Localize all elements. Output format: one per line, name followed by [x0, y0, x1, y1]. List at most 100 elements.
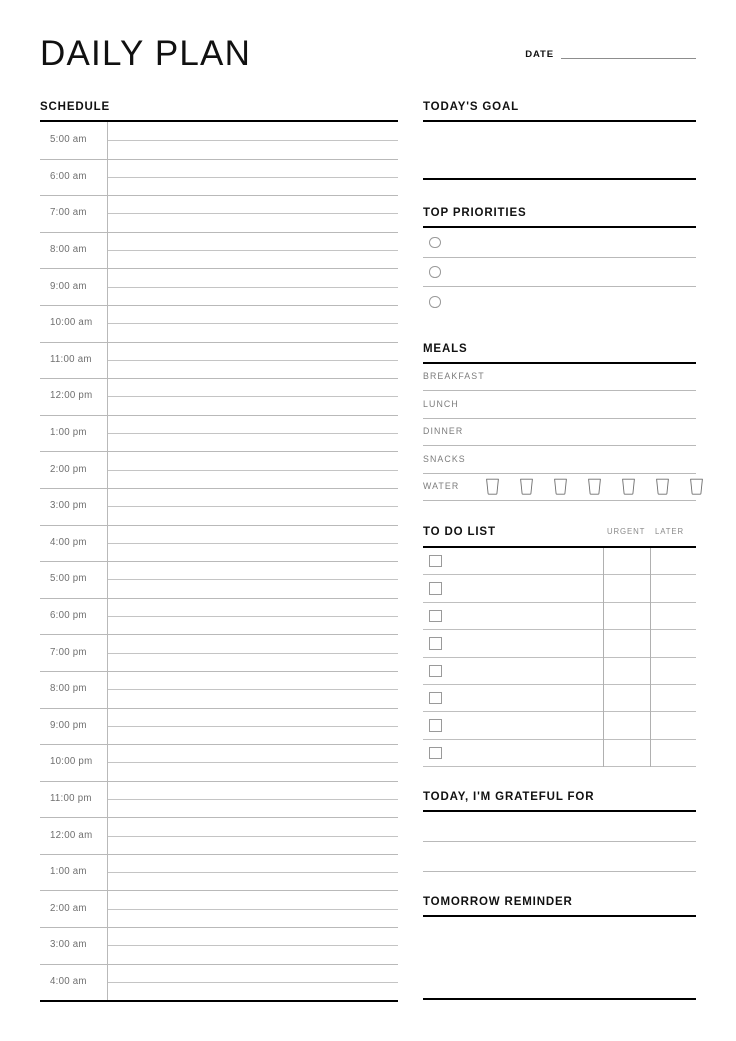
schedule-row[interactable]: 6:00 am [40, 158, 398, 196]
schedule-row[interactable]: 8:00 pm [40, 670, 398, 708]
todo-row[interactable] [423, 630, 696, 658]
water-glass-icon[interactable] [621, 478, 636, 495]
top-priorities-section: TOP PRIORITIES [423, 206, 696, 317]
schedule-time-label: 4:00 am [40, 975, 107, 988]
schedule-time-label: 10:00 am [40, 317, 107, 330]
todo-column-urgent-label: URGENT [607, 527, 646, 536]
tomorrow-reminder-heading: TOMORROW REMINDER [423, 896, 573, 909]
todo-checkbox-icon[interactable] [429, 746, 442, 760]
priority-checkbox-circle-icon[interactable] [429, 266, 441, 278]
water-glass-icon[interactable] [689, 478, 704, 495]
grateful-lines [423, 810, 696, 873]
schedule-time-label: 3:00 am [40, 939, 107, 952]
date-input-rule[interactable] [561, 58, 696, 59]
todo-checkbox-icon[interactable] [429, 582, 442, 595]
schedule-time-label: 1:00 pm [40, 427, 107, 440]
todo-checkbox-icon[interactable] [429, 691, 442, 705]
schedule-row[interactable]: 4:00 am [40, 963, 398, 1001]
schedule-time-label: 11:00 am [40, 353, 107, 366]
todo-list-section: TO DO LIST URGENT LATER [423, 525, 696, 768]
todays-goal-heading: TODAY'S GOAL [423, 101, 520, 113]
priority-row[interactable] [423, 228, 696, 258]
schedule-time-label: 5:00 pm [40, 573, 107, 586]
todo-row[interactable] [423, 603, 696, 631]
priority-row[interactable] [423, 258, 696, 287]
water-glass-icon[interactable] [519, 478, 534, 495]
todo-urgent-divider [603, 548, 604, 768]
todo-row[interactable] [423, 685, 696, 713]
date-field[interactable]: DATE [525, 49, 696, 61]
todo-later-divider [650, 548, 651, 768]
schedule-row[interactable]: 5:00 am [40, 122, 398, 159]
priority-checkbox-circle-icon[interactable] [429, 296, 441, 308]
todo-checkbox-icon[interactable] [429, 609, 442, 623]
schedule-row[interactable]: 1:00 am [40, 853, 398, 891]
schedule-row[interactable]: 10:00 pm [40, 744, 398, 781]
schedule-row[interactable]: 3:00 am [40, 927, 398, 964]
todo-row[interactable] [423, 548, 696, 576]
schedule-row[interactable]: 7:00 pm [40, 634, 398, 671]
todays-goal-input[interactable] [423, 120, 696, 180]
todo-column-later-label: LATER [655, 527, 685, 536]
water-glass-icon[interactable] [553, 478, 568, 495]
todo-row[interactable] [423, 575, 696, 603]
todo-list-heading: TO DO LIST [423, 526, 496, 538]
schedule-row[interactable]: 12:00 pm [40, 378, 398, 415]
schedule-section: SCHEDULE 5:00 am 6:00 am 7:00 am 8:00 am 9:0… [40, 100, 398, 1003]
schedule-time-label: 2:00 am [40, 902, 107, 915]
schedule-row[interactable]: 1:00 pm [40, 414, 398, 452]
water-glass-icon[interactable] [655, 478, 670, 495]
schedule-row[interactable]: 11:00 am [40, 341, 398, 379]
schedule-row[interactable]: 12:00 am [40, 817, 398, 854]
water-glass-tracker [485, 478, 704, 495]
grateful-line[interactable] [423, 812, 696, 843]
tomorrow-reminder-input[interactable] [423, 915, 696, 1001]
todo-checkbox-icon[interactable] [429, 664, 442, 677]
water-glass-icon[interactable] [587, 478, 602, 495]
schedule-row[interactable]: 9:00 am [40, 268, 398, 305]
meal-row[interactable]: DINNER [423, 419, 696, 446]
schedule-time-label: 6:00 am [40, 170, 107, 183]
todo-checkbox-icon[interactable] [429, 554, 442, 568]
schedule-time-label: 5:00 am [40, 134, 107, 147]
meal-row[interactable]: SNACKS [423, 446, 696, 474]
schedule-time-label: 10:00 pm [40, 756, 107, 769]
schedule-row[interactable]: 4:00 pm [40, 524, 398, 562]
meal-label: DINNER [423, 426, 464, 437]
grateful-line[interactable] [423, 842, 696, 873]
todo-checkbox-icon[interactable] [429, 719, 442, 732]
schedule-row[interactable]: 3:00 pm [40, 487, 398, 525]
water-label: WATER [423, 481, 460, 492]
priority-checkbox-circle-icon[interactable] [429, 236, 441, 248]
todo-row[interactable] [423, 740, 696, 768]
schedule-row[interactable]: 8:00 am [40, 231, 398, 269]
meal-row[interactable]: LUNCH [423, 391, 696, 419]
todo-row[interactable] [423, 658, 696, 685]
schedule-time-label: 11:00 pm [40, 792, 107, 805]
schedule-row[interactable]: 5:00 pm [40, 561, 398, 598]
priority-row[interactable] [423, 287, 696, 317]
schedule-row[interactable]: 7:00 am [40, 195, 398, 232]
todo-checkbox-icon[interactable] [429, 637, 442, 650]
meal-row[interactable]: BREAKFAST [423, 364, 696, 391]
schedule-time-label: 12:00 pm [40, 390, 107, 403]
water-glass-icon[interactable] [485, 478, 500, 495]
schedule-time-label: 1:00 am [40, 866, 107, 879]
daily-plan-page: DAILY PLAN DATE SCHEDULE 5:00 am 6:00 am 7… [0, 0, 736, 1041]
schedule-time-label: 9:00 pm [40, 719, 107, 732]
schedule-time-label: 9:00 am [40, 280, 107, 293]
schedule-row[interactable]: 2:00 am [40, 890, 398, 927]
schedule-time-label: 8:00 am [40, 244, 107, 257]
date-label: DATE [525, 49, 554, 60]
schedule-row[interactable]: 2:00 pm [40, 451, 398, 488]
schedule-row[interactable]: 10:00 am [40, 304, 398, 342]
schedule-row[interactable]: 11:00 pm [40, 780, 398, 818]
page-title: DAILY PLAN [40, 34, 252, 73]
schedule-row[interactable]: 6:00 pm [40, 597, 398, 635]
schedule-time-label: 4:00 pm [40, 536, 107, 549]
schedule-row[interactable]: 9:00 pm [40, 707, 398, 745]
tomorrow-reminder-section: TOMORROW REMINDER [423, 895, 696, 1001]
meal-label: SNACKS [423, 453, 466, 464]
todo-rows [423, 546, 696, 768]
todo-row[interactable] [423, 712, 696, 740]
